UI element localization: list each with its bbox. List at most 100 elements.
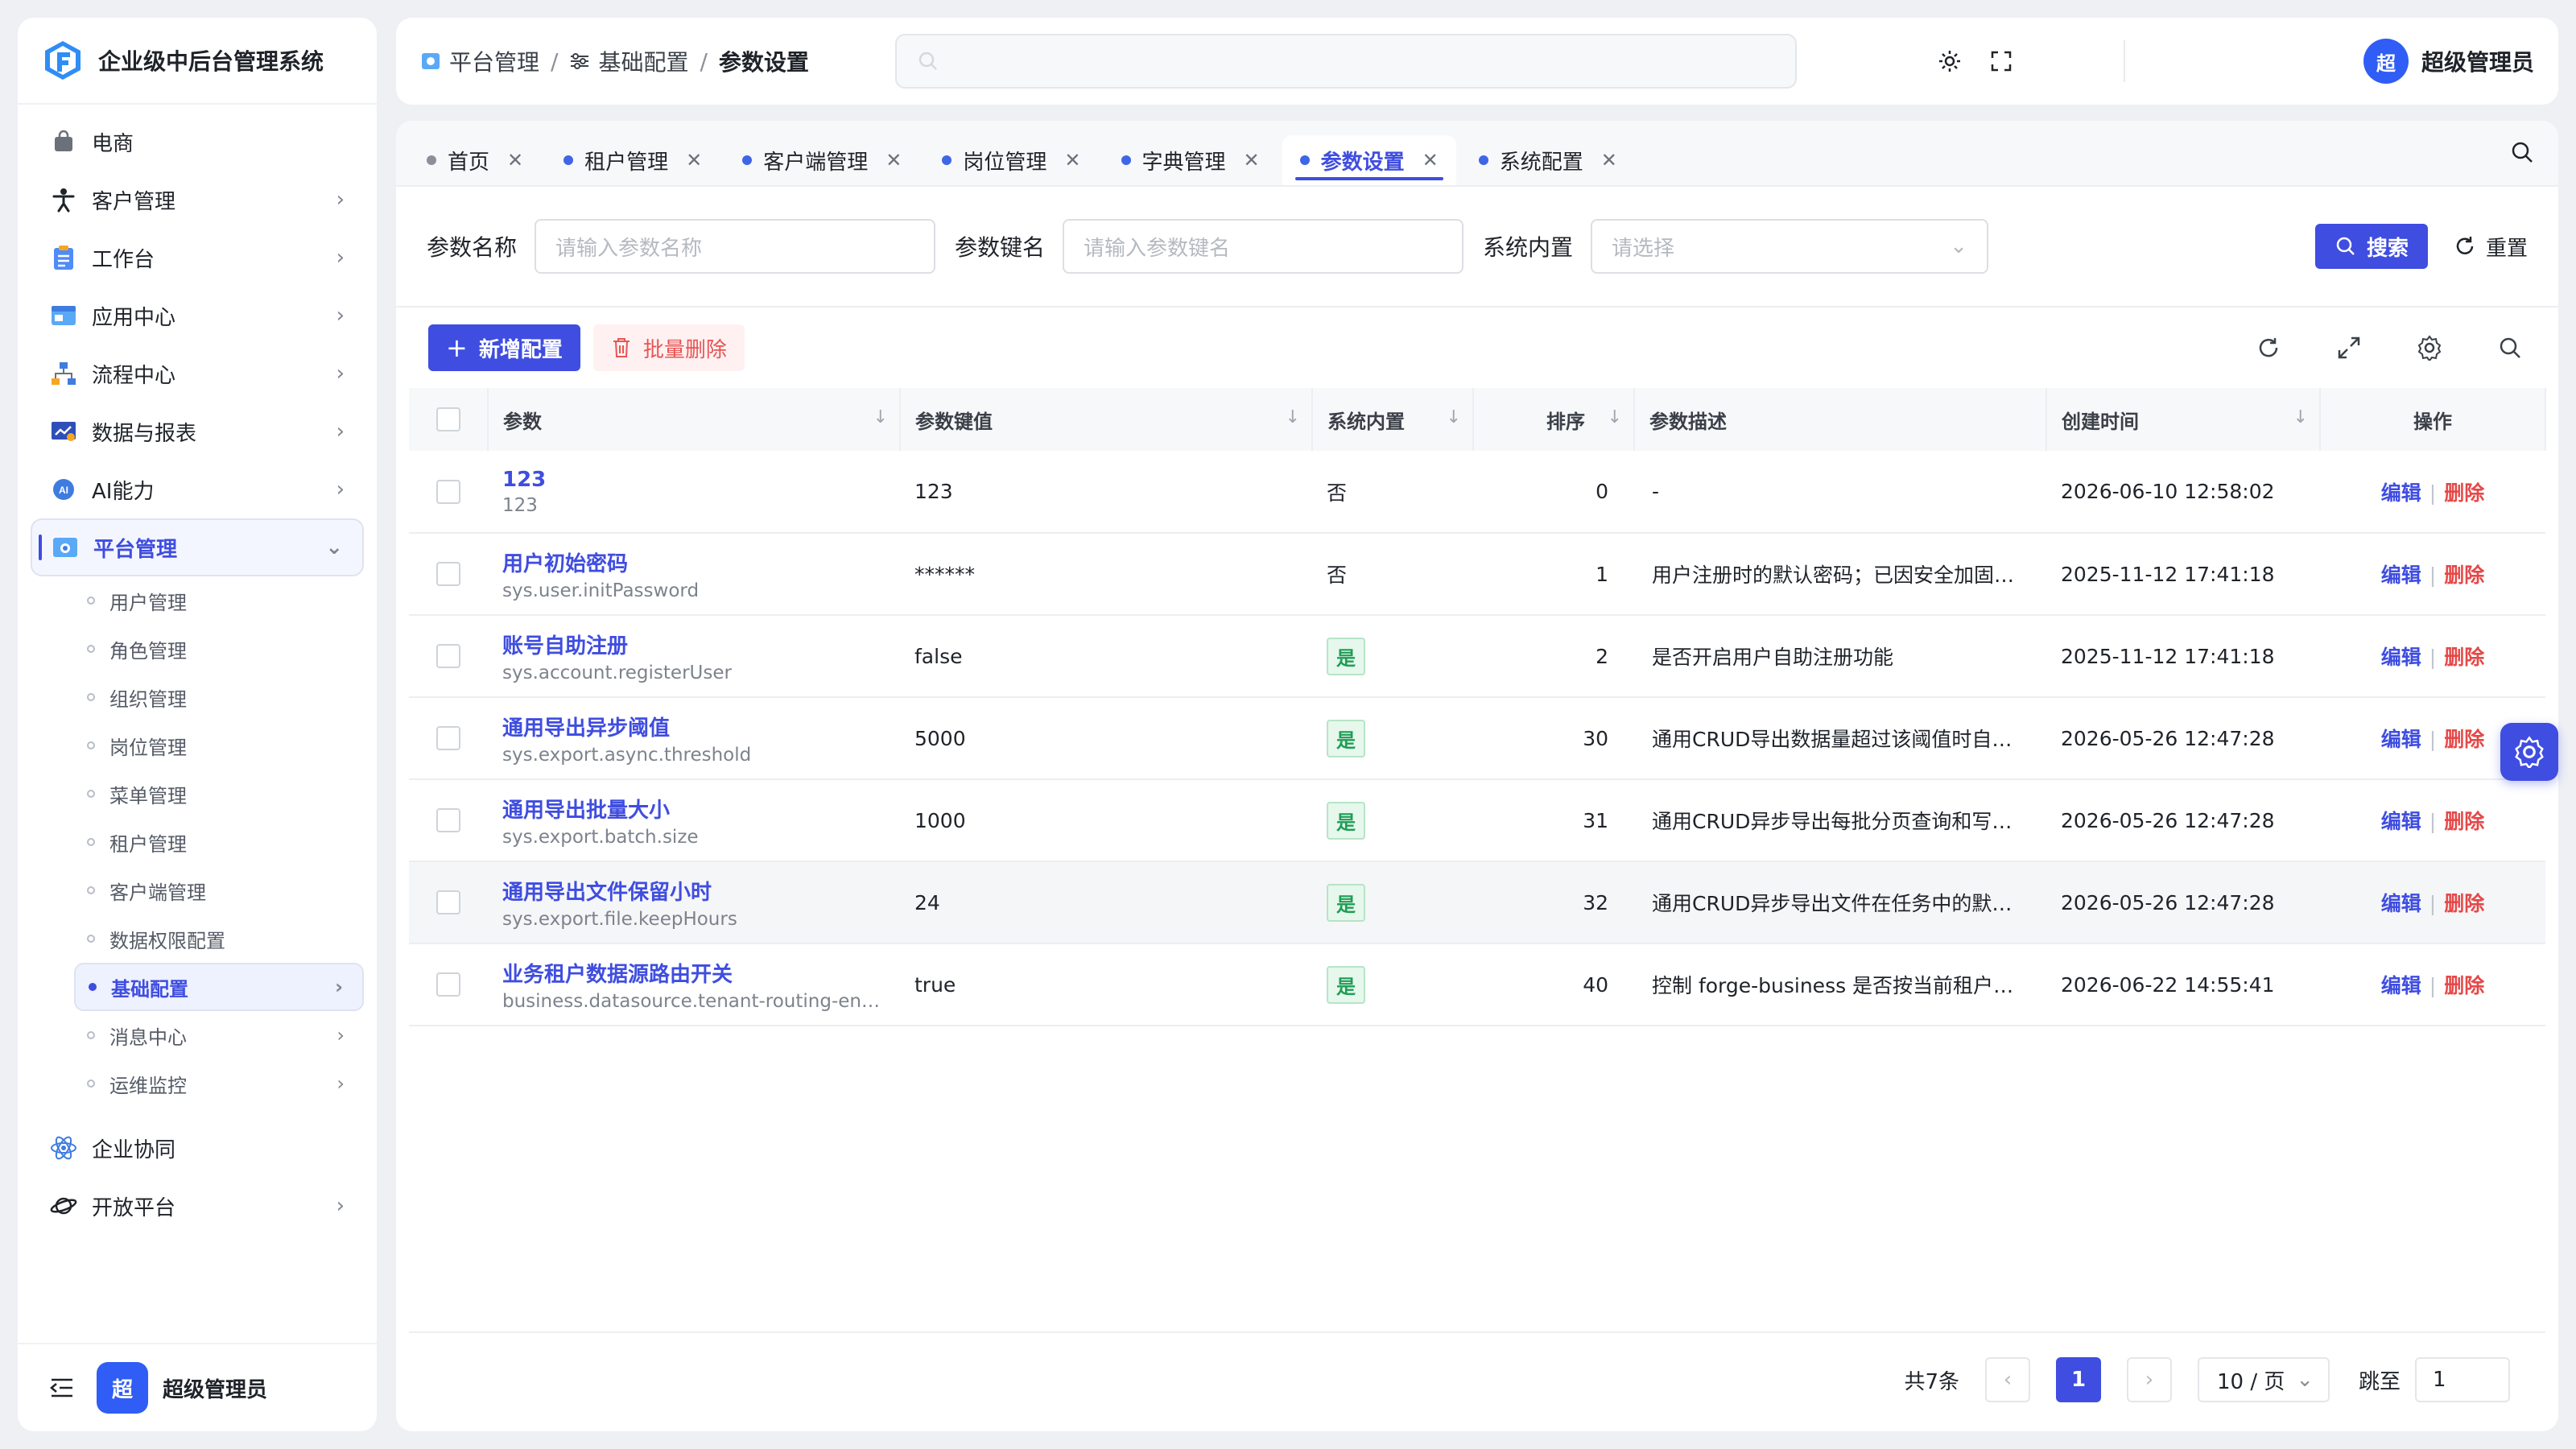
search-icon[interactable]	[2492, 330, 2528, 365]
gear-icon[interactable]	[2412, 330, 2447, 365]
sidebar-sub-item-orgs[interactable]: 组织管理	[74, 673, 364, 721]
table-row[interactable]: 通用导出批量大小 sys.export.batch.size 1000 是 31 通用CR…	[409, 779, 2545, 861]
tab-home[interactable]: 首页 ✕	[409, 135, 541, 185]
sort-icon[interactable]: ↓	[1447, 407, 1461, 427]
select-all-checkbox[interactable]	[436, 407, 460, 431]
sun-icon[interactable]	[1934, 45, 1966, 77]
batch-delete-button[interactable]: 批量删除	[592, 324, 745, 371]
param-key-input[interactable]: 请输入参数键名	[1063, 219, 1464, 274]
param-name-link[interactable]: 通用导出批量大小	[502, 794, 886, 824]
global-search-input[interactable]	[895, 34, 1797, 89]
edit-link[interactable]: 编辑	[2381, 481, 2421, 505]
edit-link[interactable]: 编辑	[2381, 728, 2421, 751]
tab-system-config[interactable]: 系统配置 ✕	[1461, 135, 1635, 185]
sidebar-item-app-center[interactable]: 应用中心 ›	[31, 287, 364, 345]
edit-link[interactable]: 编辑	[2381, 974, 2421, 997]
avatar[interactable]: 超	[97, 1362, 148, 1414]
current-page-button[interactable]: 1	[2055, 1357, 2101, 1402]
column-header[interactable]: 创建时间 ↓	[2046, 388, 2321, 451]
row-checkbox[interactable]	[436, 644, 460, 668]
table-row[interactable]: 用户初始密码 sys.user.initPassword ****** 否 1 用户注册时…	[409, 533, 2545, 615]
tab-params[interactable]: 参数设置 ✕	[1282, 135, 1456, 185]
reset-button[interactable]: 重置	[2454, 232, 2528, 262]
tab-post[interactable]: 岗位管理 ✕	[924, 135, 1098, 185]
row-checkbox[interactable]	[436, 890, 460, 914]
table-row[interactable]: 业务租户数据源路由开关 business.datasource.tenant-ro…	[409, 943, 2545, 1026]
delete-link[interactable]: 删除	[2444, 810, 2484, 833]
tab-tenant[interactable]: 租户管理 ✕	[546, 135, 720, 185]
sidebar-item-workbench[interactable]: 工作台 ›	[31, 229, 364, 287]
row-checkbox[interactable]	[436, 808, 460, 832]
header-user[interactable]: 超 超级管理员	[2363, 39, 2534, 84]
param-name-link[interactable]: 通用导出文件保留小时	[502, 876, 886, 906]
table-row[interactable]: 账号自助注册 sys.account.registerUser false 是 2 是否开…	[409, 615, 2545, 697]
column-header[interactable]: 参数描述	[1634, 388, 2047, 451]
sidebar-sub-item-users[interactable]: 用户管理	[74, 576, 364, 625]
settings-float-button[interactable]	[2500, 723, 2558, 781]
close-icon[interactable]: ✕	[1244, 149, 1260, 171]
param-name-link[interactable]: 业务租户数据源路由开关	[502, 958, 886, 988]
edit-link[interactable]: 编辑	[2381, 892, 2421, 915]
close-icon[interactable]: ✕	[1422, 149, 1439, 171]
search-button[interactable]: 搜索	[2314, 224, 2428, 269]
page-size-select[interactable]: 10 / 页 ⌄	[2197, 1357, 2330, 1402]
sidebar-sub-item-posts[interactable]: 岗位管理	[74, 721, 364, 770]
delete-link[interactable]: 删除	[2444, 892, 2484, 915]
sidebar-item-open-platform[interactable]: 开放平台 ›	[31, 1177, 364, 1235]
sidebar-item-collaboration[interactable]: 企业协同	[31, 1119, 364, 1177]
row-checkbox[interactable]	[436, 479, 460, 504]
row-checkbox[interactable]	[436, 726, 460, 750]
close-icon[interactable]: ✕	[507, 149, 523, 171]
sort-icon[interactable]: ↓	[1286, 407, 1300, 427]
param-name-link[interactable]: 123	[502, 468, 886, 492]
tab-dict[interactable]: 字典管理 ✕	[1104, 135, 1278, 185]
sidebar-sub-item-menus[interactable]: 菜单管理	[74, 770, 364, 818]
table-row[interactable]: 123 123 123 否 0-2026-06-10 12:58:02 编辑 | 删除	[409, 451, 2545, 533]
column-header[interactable]: 系统内置 ↓	[1312, 388, 1474, 451]
collapse-menu-icon[interactable]	[48, 1376, 76, 1400]
param-name-input[interactable]: 请输入参数名称	[535, 219, 936, 274]
sidebar-item-ecommerce[interactable]: 电商	[31, 113, 364, 171]
breadcrumb-item[interactable]: 基础配置	[598, 45, 688, 77]
row-checkbox[interactable]	[436, 972, 460, 997]
sidebar-sub-item-basic-config[interactable]: 基础配置 ›	[74, 963, 364, 1011]
sidebar-item-customer[interactable]: 客户管理 ›	[31, 171, 364, 229]
sidebar-sub-item-tenants[interactable]: 租户管理	[74, 818, 364, 866]
edit-link[interactable]: 编辑	[2381, 564, 2421, 587]
column-header[interactable]: 排序 ↓	[1473, 388, 1635, 451]
sidebar-sub-item-message-center[interactable]: 消息中心 ›	[74, 1011, 364, 1059]
param-name-link[interactable]: 用户初始密码	[502, 547, 886, 577]
sidebar-sub-item-clients[interactable]: 客户端管理	[74, 866, 364, 914]
close-icon[interactable]: ✕	[1064, 149, 1080, 171]
fullscreen-icon[interactable]	[1985, 45, 2017, 77]
builtin-select[interactable]: 请选择 ⌄	[1591, 219, 1989, 274]
delete-link[interactable]: 删除	[2444, 974, 2484, 997]
expand-icon[interactable]	[2331, 330, 2367, 365]
sidebar-sub-item-data-permission[interactable]: 数据权限配置	[74, 914, 364, 963]
delete-link[interactable]: 删除	[2444, 564, 2484, 587]
sidebar-item-data-report[interactable]: 数据与报表 ›	[31, 402, 364, 460]
close-icon[interactable]: ✕	[686, 149, 702, 171]
column-header[interactable]: 参数 ↓	[488, 388, 901, 451]
sidebar-sub-item-roles[interactable]: 角色管理	[74, 625, 364, 673]
row-checkbox[interactable]	[436, 562, 460, 586]
next-page-button[interactable]: ›	[2126, 1357, 2172, 1402]
delete-link[interactable]: 删除	[2444, 481, 2484, 505]
sidebar-item-ai[interactable]: AI AI能力 ›	[31, 460, 364, 518]
param-name-link[interactable]: 账号自助注册	[502, 630, 886, 659]
sidebar-sub-item-ops-monitor[interactable]: 运维监控 ›	[74, 1059, 364, 1108]
edit-link[interactable]: 编辑	[2381, 646, 2421, 669]
sort-icon[interactable]: ↓	[1608, 407, 1622, 427]
sort-icon[interactable]: ↓	[2293, 407, 2308, 427]
close-icon[interactable]: ✕	[1601, 149, 1617, 171]
refresh-icon[interactable]	[2251, 330, 2286, 365]
tab-client[interactable]: 客户端管理 ✕	[724, 135, 919, 185]
add-config-button[interactable]: + 新增配置	[428, 324, 580, 371]
column-header[interactable]: 参数键值 ↓	[900, 388, 1313, 451]
breadcrumb-item[interactable]: 平台管理	[449, 45, 539, 77]
param-name-link[interactable]: 通用导出异步阈值	[502, 712, 886, 741]
table-row[interactable]: 通用导出文件保留小时 sys.export.file.keepHours 24 是 32…	[409, 861, 2545, 943]
search-icon[interactable]	[2510, 140, 2534, 167]
jump-input[interactable]: 1	[2415, 1357, 2510, 1402]
sort-icon[interactable]: ↓	[873, 407, 888, 427]
